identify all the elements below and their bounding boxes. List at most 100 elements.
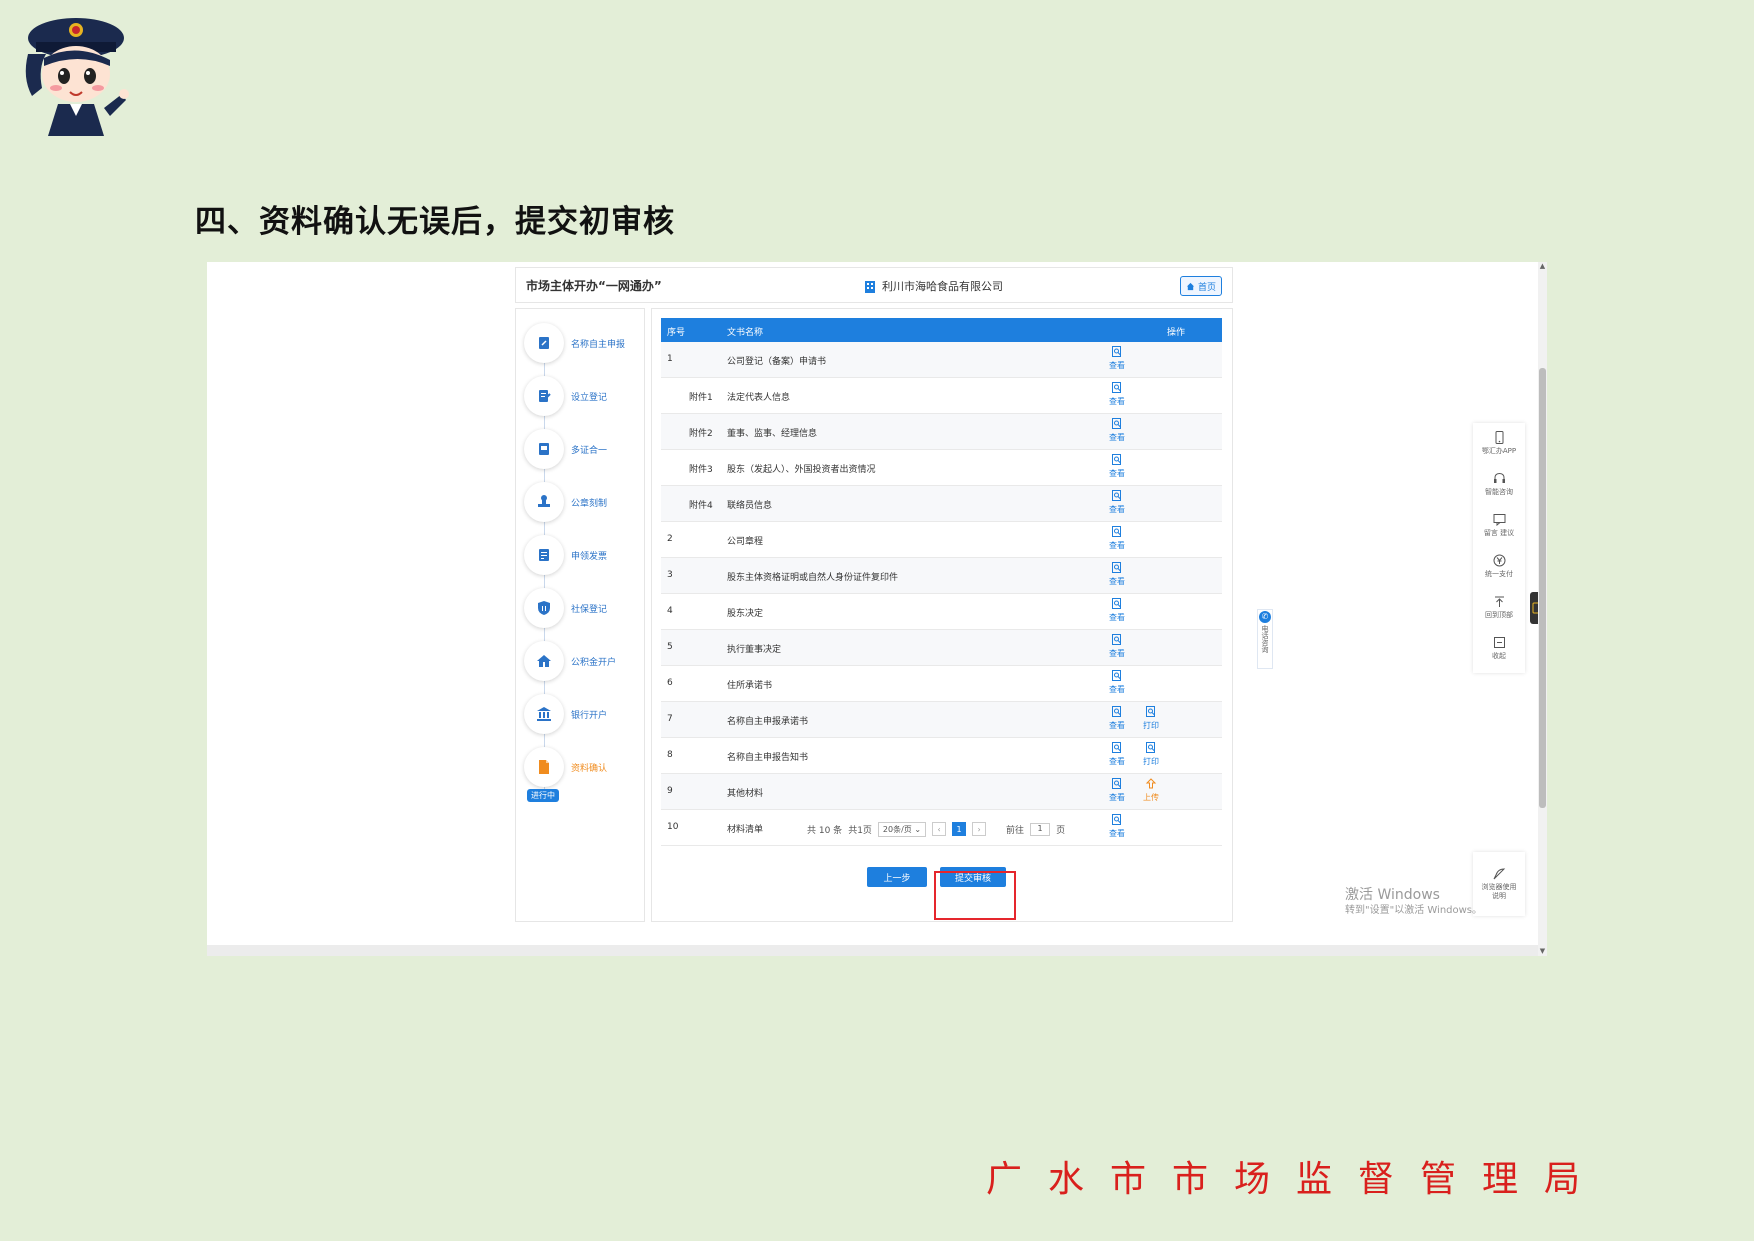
op-button[interactable]: 查看: [1105, 814, 1129, 840]
watermark-line1: 激活 Windows: [1345, 887, 1440, 903]
step-material-confirmation[interactable]: 资料确认 进行中: [524, 747, 644, 802]
op-label: 打印: [1143, 721, 1159, 730]
op-button[interactable]: 上传: [1139, 778, 1163, 804]
vertical-scrollbar[interactable]: ▲ ▼: [1538, 262, 1547, 956]
view-icon: [1111, 670, 1123, 684]
goto-page-input[interactable]: 1: [1030, 822, 1051, 836]
table-row: 4 股东决定 查看: [661, 594, 1222, 630]
row-ops: 查看 上传: [1105, 778, 1195, 804]
tool-feedback[interactable]: 留言 建议: [1473, 505, 1525, 546]
row-doc-name: 股东决定: [727, 609, 764, 619]
op-button[interactable]: 打印: [1139, 706, 1163, 732]
next-page-button[interactable]: ›: [972, 822, 987, 836]
row-doc-name: 法定代表人信息: [727, 393, 791, 403]
step-housing-fund[interactable]: 公积金开户: [524, 641, 644, 681]
op-label: 查看: [1109, 577, 1125, 586]
footer-organization: 广水市市场监督管理局: [985, 1159, 1606, 1200]
home-button[interactable]: 首页: [1180, 276, 1222, 296]
header-ops: 操作: [1167, 328, 1186, 338]
op-label: 查看: [1109, 829, 1125, 838]
step-invoice-application[interactable]: 申领发票: [524, 535, 644, 575]
step-label: 银行开户: [571, 711, 608, 721]
op-button[interactable]: 查看: [1105, 418, 1129, 444]
op-button[interactable]: 查看: [1105, 706, 1129, 732]
invoice-icon: [524, 535, 564, 575]
table-row: 附件1 法定代表人信息 查看: [661, 378, 1222, 414]
step-label: 名称自主申报: [571, 340, 626, 350]
step-name-declaration[interactable]: 名称自主申报: [524, 323, 644, 363]
view-icon: [1111, 634, 1123, 648]
page-unit: 页: [1056, 825, 1066, 836]
company-name: 利川市海哈食品有限公司: [882, 280, 1003, 293]
table-body: 1 公司登记（备案）申请书 查看 附件1 法定代表人信息 查看 附件2 董事、监事、经理信息查…: [661, 342, 1222, 846]
op-button[interactable]: 查看: [1105, 382, 1129, 408]
home-icon: [1186, 282, 1195, 290]
tool-payment[interactable]: 统一支付: [1473, 546, 1525, 587]
goto-label: 前往: [1006, 825, 1025, 836]
prev-page-button[interactable]: ‹: [932, 822, 947, 836]
chevron-left-icon: ‹: [937, 824, 941, 834]
table-row: 3 股东主体资格证明或自然人身份证件复印件 查看: [661, 558, 1222, 594]
phone-consult-float[interactable]: ✆ 电话咨询: [1257, 609, 1273, 669]
tool-label: 留言 建议: [1483, 529, 1515, 537]
row-seq: 2: [667, 534, 673, 544]
step-label: 资料确认: [571, 764, 608, 774]
scrollbar-thumb[interactable]: [1539, 368, 1546, 808]
step-bank-account[interactable]: 银行开户: [524, 694, 644, 734]
row-ops: 查看: [1105, 814, 1195, 840]
row-seq: 3: [667, 570, 673, 580]
op-button[interactable]: 查看: [1105, 598, 1129, 624]
op-button[interactable]: 查看: [1105, 526, 1129, 552]
collapse-icon: [1493, 637, 1505, 648]
bank-icon: [524, 694, 564, 734]
system-title: 市场主体开办“一网通办”: [526, 279, 662, 293]
op-button[interactable]: 查看: [1105, 634, 1129, 660]
tool-collapse[interactable]: 收起: [1473, 628, 1525, 669]
op-button[interactable]: 查看: [1105, 490, 1129, 516]
row-seq: 6: [667, 678, 673, 688]
op-button[interactable]: 查看: [1105, 454, 1129, 480]
submit-highlight-box: [934, 871, 1016, 920]
op-label: 查看: [1109, 721, 1125, 730]
step-seal-carving[interactable]: 公章刻制: [524, 482, 644, 522]
op-button[interactable]: 查看: [1105, 670, 1129, 696]
step-multi-license[interactable]: 多证合一: [524, 429, 644, 469]
scroll-down-arrow-icon[interactable]: ▼: [1538, 947, 1547, 956]
page-size-select[interactable]: 20条/页 ⌄: [877, 821, 927, 837]
op-label: 查看: [1109, 397, 1125, 406]
step-label: 公章刻制: [571, 499, 608, 509]
op-button[interactable]: 查看: [1105, 778, 1129, 804]
op-button[interactable]: 打印: [1139, 742, 1163, 768]
headset-icon: [1493, 472, 1505, 483]
op-button[interactable]: 查看: [1105, 346, 1129, 372]
table-header: 序号 文书名称 操作: [661, 318, 1222, 342]
tool-app[interactable]: 鄂汇办APP: [1473, 423, 1525, 464]
scroll-up-arrow-icon[interactable]: ▲: [1538, 262, 1547, 271]
page-size-value: 20条/页: [882, 824, 912, 834]
tool-back-to-top[interactable]: 回到顶部: [1473, 587, 1525, 628]
step-establish-registration[interactable]: 设立登记: [524, 376, 644, 416]
row-ops: 查看: [1105, 454, 1195, 480]
op-button[interactable]: 查看: [1105, 742, 1129, 768]
header-seq: 序号: [667, 328, 686, 338]
row-ops: 查看: [1105, 598, 1195, 624]
view-icon: [1111, 742, 1123, 756]
view-icon: [1111, 490, 1123, 504]
table-row: 6 住所承诺书 查看: [661, 666, 1222, 702]
op-label: 打印: [1143, 757, 1159, 766]
tool-smart-consult[interactable]: 智能咨询: [1473, 464, 1525, 505]
row-ops: 查看 打印: [1105, 742, 1195, 768]
op-button[interactable]: 查看: [1105, 562, 1129, 588]
view-icon: [1111, 814, 1123, 828]
page-number-current[interactable]: 1: [952, 822, 967, 836]
prev-step-button[interactable]: 上一步: [867, 867, 927, 887]
table-row: 附件4 联络员信息 查看: [661, 486, 1222, 522]
step-label: 多证合一: [571, 446, 608, 456]
edit-doc-icon: [524, 323, 564, 363]
file-icon: [524, 747, 564, 787]
op-label: 查看: [1109, 613, 1125, 622]
op-label: 查看: [1109, 685, 1125, 694]
stamp-icon: [524, 482, 564, 522]
step-social-security[interactable]: 社保登记: [524, 588, 644, 628]
right-toolbar: 鄂汇办APP 智能咨询 留言 建议 统一支付 回到顶部 收起: [1473, 423, 1525, 673]
